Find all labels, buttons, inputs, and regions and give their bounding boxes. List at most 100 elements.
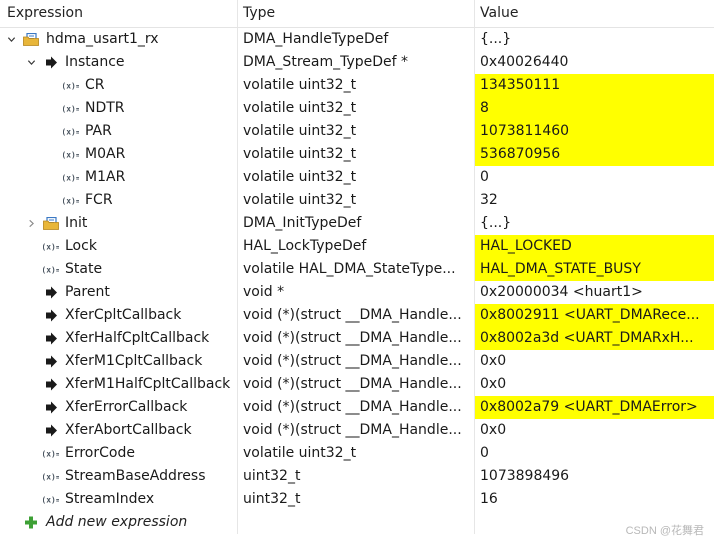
pointer-icon xyxy=(43,286,59,299)
expressions-table: Expression Type Value hdma_usart1_rx DMA_… xyxy=(0,0,714,534)
expression-row-xfererrorcallback[interactable]: XferErrorCallback void (*)(struct __DMA_H… xyxy=(0,396,714,419)
expression-cell[interactable]: (x)= CR xyxy=(0,74,238,97)
expression-row-hdma-usart1-rx[interactable]: hdma_usart1_rx DMA_HandleTypeDef {...} xyxy=(0,28,714,51)
variable-icon: (x)= xyxy=(63,79,79,92)
expression-cell[interactable]: (x)= PAR xyxy=(0,120,238,143)
add-new-expression-type-cell xyxy=(238,511,475,534)
expression-row-errorcode[interactable]: (x)= ErrorCode volatile uint32_t0 xyxy=(0,442,714,465)
value-cell-changed[interactable]: 0x8002a79 <UART_DMAError> xyxy=(475,396,714,419)
column-header-type[interactable]: Type xyxy=(238,0,475,27)
expression-cell[interactable]: (x)= NDTR xyxy=(0,97,238,120)
expression-cell[interactable]: XferHalfCpltCallback xyxy=(0,327,238,350)
expression-cell[interactable]: (x)= M0AR xyxy=(0,143,238,166)
plus-icon xyxy=(23,516,39,529)
type-cell: volatile uint32_t xyxy=(238,442,475,465)
value-cell-changed[interactable]: 8 xyxy=(475,97,714,120)
value-cell[interactable]: 0 xyxy=(475,442,714,465)
type-cell: void (*)(struct __DMA_Handle... xyxy=(238,373,475,396)
expression-name: XferErrorCallback xyxy=(65,399,188,415)
expression-name: StreamBaseAddress xyxy=(65,468,206,484)
expression-name: NDTR xyxy=(85,100,125,116)
pointer-icon xyxy=(43,401,59,414)
expression-cell[interactable]: XferM1CpltCallback xyxy=(0,350,238,373)
expression-cell[interactable]: (x)= State xyxy=(0,258,238,281)
add-new-expression-row[interactable]: Add new expression xyxy=(0,511,714,534)
expression-row-m0ar[interactable]: (x)= M0AR volatile uint32_t536870956 xyxy=(0,143,714,166)
expression-name: State xyxy=(65,261,103,277)
value-cell[interactable]: 0x0 xyxy=(475,373,714,396)
add-new-expression-cell[interactable]: Add new expression xyxy=(0,511,238,534)
pointer-icon xyxy=(43,56,59,69)
value-cell[interactable]: 16 xyxy=(475,488,714,511)
expression-name: M0AR xyxy=(85,146,126,162)
variable-icon: (x)= xyxy=(63,194,79,207)
expression-name: Init xyxy=(65,215,88,231)
expression-row-parent[interactable]: Parent void * 0x20000034 <huart1> xyxy=(0,281,714,304)
value-cell-changed[interactable]: 134350111 xyxy=(475,74,714,97)
expression-cell[interactable]: Init xyxy=(0,212,238,235)
value-cell-changed[interactable]: 0x8002a3d <UART_DMARxH... xyxy=(475,327,714,350)
struct-icon xyxy=(43,217,59,230)
expression-cell[interactable]: (x)= FCR xyxy=(0,189,238,212)
expression-row-xferhalfcpltcallback[interactable]: XferHalfCpltCallback void (*)(struct __DM… xyxy=(0,327,714,350)
value-cell[interactable]: {...} xyxy=(475,212,714,235)
expression-row-ndtr[interactable]: (x)= NDTR volatile uint32_t8 xyxy=(0,97,714,120)
expression-cell[interactable]: hdma_usart1_rx xyxy=(0,28,238,51)
expression-cell[interactable]: Parent xyxy=(0,281,238,304)
expression-name: FCR xyxy=(85,192,113,208)
pointer-icon xyxy=(43,309,59,322)
expression-row-init[interactable]: Init DMA_InitTypeDef {...} xyxy=(0,212,714,235)
expression-cell[interactable]: (x)= Lock xyxy=(0,235,238,258)
value-cell[interactable]: {...} xyxy=(475,28,714,51)
type-cell: void (*)(struct __DMA_Handle... xyxy=(238,419,475,442)
expression-row-xferm1halfcpltcallback[interactable]: XferM1HalfCpltCallback void (*)(struct __… xyxy=(0,373,714,396)
expression-row-cr[interactable]: (x)= CR volatile uint32_t134350111 xyxy=(0,74,714,97)
expression-cell[interactable]: (x)= ErrorCode xyxy=(0,442,238,465)
expression-name: XferHalfCpltCallback xyxy=(65,330,210,346)
value-cell[interactable]: 1073898496 xyxy=(475,465,714,488)
expression-row-xferm1cpltcallback[interactable]: XferM1CpltCallback void (*)(struct __DMA_… xyxy=(0,350,714,373)
expression-row-par[interactable]: (x)= PAR volatile uint32_t1073811460 xyxy=(0,120,714,143)
svg-text:(x)=: (x)= xyxy=(43,496,59,505)
expression-cell[interactable]: (x)= StreamIndex xyxy=(0,488,238,511)
value-cell[interactable]: 0x40026440 xyxy=(475,51,714,74)
value-cell-changed[interactable]: HAL_LOCKED xyxy=(475,235,714,258)
chevron-right-icon[interactable] xyxy=(25,212,37,235)
value-cell[interactable]: 0x0 xyxy=(475,350,714,373)
expression-cell[interactable]: (x)= M1AR xyxy=(0,166,238,189)
expression-cell[interactable]: XferM1HalfCpltCallback xyxy=(0,373,238,396)
expression-row-lock[interactable]: (x)= Lock HAL_LockTypeDefHAL_LOCKED xyxy=(0,235,714,258)
pointer-icon xyxy=(43,355,59,368)
svg-text:(x)=: (x)= xyxy=(43,473,59,482)
value-cell-changed[interactable]: 0x8002911 <UART_DMARece... xyxy=(475,304,714,327)
variable-icon: (x)= xyxy=(63,148,79,161)
chevron-down-icon[interactable] xyxy=(5,28,17,51)
value-cell-changed[interactable]: HAL_DMA_STATE_BUSY xyxy=(475,258,714,281)
expression-row-state[interactable]: (x)= State volatile HAL_DMA_StateType...HA… xyxy=(0,258,714,281)
expression-row-instance[interactable]: Instance DMA_Stream_TypeDef * 0x40026440 xyxy=(0,51,714,74)
value-cell[interactable]: 0x0 xyxy=(475,419,714,442)
expression-cell[interactable]: XferCpltCallback xyxy=(0,304,238,327)
expression-name: XferM1CpltCallback xyxy=(65,353,203,369)
expression-row-streambaseaddress[interactable]: (x)= StreamBaseAddress uint32_t1073898496 xyxy=(0,465,714,488)
expression-cell[interactable]: XferAbortCallback xyxy=(0,419,238,442)
column-header-value[interactable]: Value xyxy=(475,0,714,27)
expression-cell[interactable]: Instance xyxy=(0,51,238,74)
chevron-down-icon[interactable] xyxy=(25,51,37,74)
column-header-expression[interactable]: Expression xyxy=(0,0,238,27)
expression-row-xferabortcallback[interactable]: XferAbortCallback void (*)(struct __DMA_H… xyxy=(0,419,714,442)
type-cell: void (*)(struct __DMA_Handle... xyxy=(238,396,475,419)
expression-row-m1ar[interactable]: (x)= M1AR volatile uint32_t0 xyxy=(0,166,714,189)
value-cell-changed[interactable]: 536870956 xyxy=(475,143,714,166)
value-cell[interactable]: 0 xyxy=(475,166,714,189)
expression-cell[interactable]: XferErrorCallback xyxy=(0,396,238,419)
expression-cell[interactable]: (x)= StreamBaseAddress xyxy=(0,465,238,488)
value-cell[interactable]: 0x20000034 <huart1> xyxy=(475,281,714,304)
variable-icon: (x)= xyxy=(43,470,59,483)
expression-row-xfercpltcallback[interactable]: XferCpltCallback void (*)(struct __DMA_Ha… xyxy=(0,304,714,327)
type-cell: volatile uint32_t xyxy=(238,120,475,143)
value-cell-changed[interactable]: 1073811460 xyxy=(475,120,714,143)
value-cell[interactable]: 32 xyxy=(475,189,714,212)
expression-row-fcr[interactable]: (x)= FCR volatile uint32_t32 xyxy=(0,189,714,212)
expression-row-streamindex[interactable]: (x)= StreamIndex uint32_t16 xyxy=(0,488,714,511)
